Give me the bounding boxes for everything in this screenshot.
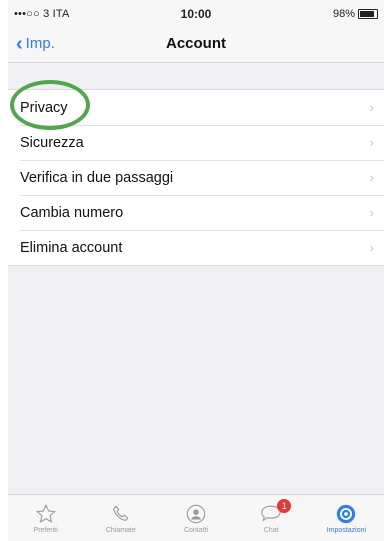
list-item-cambia-numero[interactable]: Cambia numero › bbox=[8, 195, 384, 230]
list-item-label: Privacy bbox=[20, 99, 68, 116]
tab-label: Chat bbox=[263, 527, 279, 534]
battery-icon bbox=[358, 9, 378, 19]
status-bar: •••○○ 3 ITA 10:00 98% bbox=[8, 0, 384, 26]
tab-label: Impostazioni bbox=[326, 527, 367, 534]
page-title: Account bbox=[166, 35, 226, 52]
tab-impostazioni[interactable]: Impostazioni bbox=[309, 495, 384, 541]
chevron-right-icon: › bbox=[369, 170, 374, 185]
list-item-label: Cambia numero bbox=[20, 204, 124, 221]
chevron-right-icon: › bbox=[369, 100, 374, 115]
tab-label: Chiamate bbox=[105, 527, 136, 534]
status-time: 10:00 bbox=[180, 7, 212, 21]
chevron-right-icon: › bbox=[369, 135, 374, 150]
chevron-right-icon: › bbox=[369, 205, 374, 220]
tab-bar: Preferiti Chiamate Contatti 1 Chat Impos… bbox=[8, 494, 384, 541]
navigation-bar: ‹ Imp. Account bbox=[8, 26, 384, 63]
star-icon bbox=[33, 503, 59, 525]
tab-label: Contatti bbox=[183, 527, 209, 534]
list-item-verifica[interactable]: Verifica in due passaggi › bbox=[8, 160, 384, 195]
contacts-icon bbox=[183, 503, 209, 525]
phone-icon bbox=[108, 503, 134, 525]
list-item-label: Elimina account bbox=[20, 239, 123, 256]
tab-preferiti[interactable]: Preferiti bbox=[8, 495, 83, 541]
list-item-label: Verifica in due passaggi bbox=[20, 169, 174, 186]
tab-chiamate[interactable]: Chiamate bbox=[83, 495, 158, 541]
list-item-label: Sicurezza bbox=[20, 134, 84, 151]
unread-badge: 1 bbox=[277, 499, 292, 513]
settings-icon bbox=[333, 503, 359, 525]
tab-chat[interactable]: 1 Chat bbox=[234, 495, 309, 541]
battery-percent: 98% bbox=[332, 8, 355, 20]
tab-contatti[interactable]: Contatti bbox=[158, 495, 233, 541]
battery-indicator: 98% bbox=[333, 8, 378, 20]
list-item-privacy[interactable]: Privacy › bbox=[8, 90, 384, 125]
list-item-elimina-account[interactable]: Elimina account › bbox=[8, 230, 384, 265]
list-item-sicurezza[interactable]: Sicurezza › bbox=[8, 125, 384, 160]
phone-screen: •••○○ 3 ITA 10:00 98% ‹ Imp. Account Pri… bbox=[8, 0, 384, 541]
tab-label: Preferiti bbox=[33, 527, 58, 534]
account-settings-list: Privacy › Sicurezza › Verifica in due pa… bbox=[8, 89, 384, 266]
chevron-right-icon: › bbox=[369, 240, 374, 255]
